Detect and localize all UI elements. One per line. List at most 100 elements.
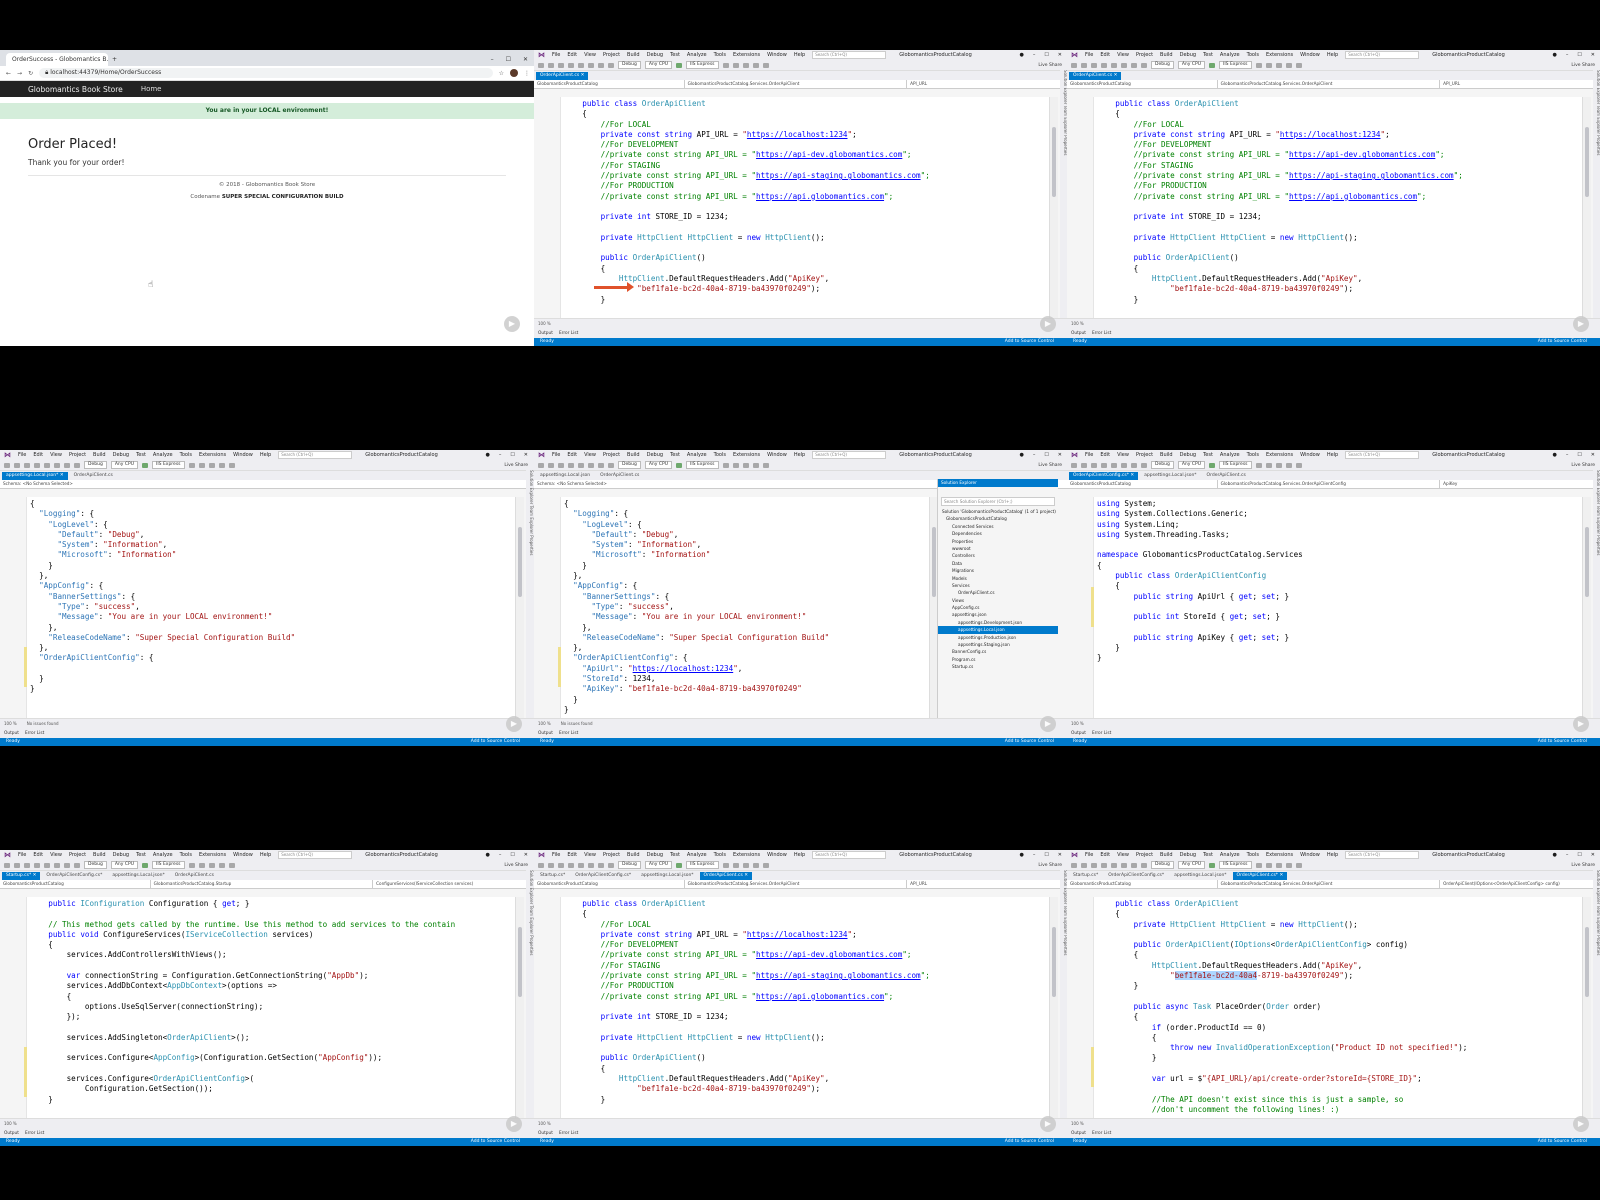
tool-icon[interactable] (228, 862, 235, 868)
redo-icon[interactable] (608, 462, 614, 468)
add-to-source-control-button[interactable]: Add to Source Control (1005, 338, 1068, 346)
run-target-button[interactable]: IIS Express (686, 861, 719, 869)
document-tab[interactable]: OrderApiClient.cs (70, 472, 117, 480)
menu-item-test[interactable]: Test (136, 852, 146, 858)
menu-item-tools[interactable]: Tools (714, 52, 726, 58)
run-target-button[interactable]: IIS Express (1219, 61, 1252, 69)
code-editor[interactable]: using System; using System.Collections.Ge… (1067, 497, 1591, 719)
user-avatar-icon[interactable]: ● (485, 452, 489, 458)
undo-icon[interactable] (64, 862, 70, 868)
close-tab-icon[interactable]: ✕ (1112, 73, 1118, 78)
navigation-dropdown[interactable]: GlobomanticsProductCatalog.Services.Orde… (1218, 480, 1441, 488)
tool-icon[interactable] (762, 62, 769, 68)
search-input[interactable]: Search (Ctrl+Q) (812, 851, 887, 859)
save-all-icon[interactable] (1121, 62, 1127, 68)
play-overlay-icon[interactable]: ▶ (506, 1116, 522, 1132)
tool-icon[interactable] (752, 62, 759, 68)
close-tab-icon[interactable]: ✕ (58, 473, 64, 478)
close-icon[interactable]: ✕ (523, 53, 528, 66)
solution-tree-item[interactable]: Connected Services (938, 523, 1058, 530)
new-item-icon[interactable] (1091, 62, 1097, 68)
menu-item-window[interactable]: Window (767, 852, 787, 858)
play-overlay-icon[interactable]: ▶ (504, 316, 520, 332)
code-editor[interactable]: public class OrderApiClient { //For LOCA… (534, 897, 1058, 1119)
navigation-dropdown[interactable]: GlobomanticsProductCatalog (1067, 480, 1218, 488)
undo-icon[interactable] (598, 862, 604, 868)
browser-tab[interactable]: OrderSuccess - Globomantics B... ✕ (6, 53, 108, 66)
live-share-button[interactable]: Live Share (504, 863, 534, 868)
menu-item-analyze[interactable]: Analyze (687, 452, 707, 458)
new-tab-button[interactable]: + (112, 53, 117, 66)
forward-icon[interactable] (1081, 62, 1087, 68)
menu-item-file[interactable]: File (18, 852, 26, 858)
code-editor[interactable]: { "Logging": { "LogLevel": { "Default": … (534, 497, 938, 719)
redo-icon[interactable] (608, 62, 614, 68)
minimize-icon[interactable]: – (499, 852, 502, 858)
menu-item-help[interactable]: Help (260, 852, 271, 858)
maximize-icon[interactable]: ☐ (510, 852, 514, 858)
back-icon[interactable] (1071, 62, 1077, 68)
error-list-tab[interactable]: Error List (559, 729, 578, 738)
close-tab-icon[interactable]: ✕ (1278, 873, 1283, 878)
menu-item-test[interactable]: Test (1203, 452, 1213, 458)
menu-item-help[interactable]: Help (794, 452, 805, 458)
tool-icon[interactable] (218, 862, 225, 868)
solution-tree-item[interactable]: appsettings.Staging.json (938, 641, 1058, 648)
navigation-dropdown[interactable]: API_URL (907, 880, 1068, 888)
code-editor[interactable]: public class OrderApiClient { //For LOCA… (1067, 97, 1591, 319)
menu-item-window[interactable]: Window (1300, 852, 1320, 858)
editor-scrollbar[interactable] (515, 497, 524, 719)
navigation-dropdown[interactable]: ApiKey (1440, 480, 1600, 488)
forward-icon[interactable] (548, 62, 554, 68)
open-icon[interactable] (1101, 62, 1107, 68)
document-tab[interactable]: appsettings.Local.json* (1140, 472, 1200, 480)
menu-item-extensions[interactable]: Extensions (733, 52, 760, 58)
menu-item-file[interactable]: File (18, 452, 26, 458)
redo-icon[interactable] (1141, 62, 1147, 68)
menu-item-debug[interactable]: Debug (113, 452, 129, 458)
menu-item-edit[interactable]: Edit (1100, 852, 1110, 858)
undo-icon[interactable] (598, 462, 604, 468)
configuration-dropdown[interactable]: Debug (618, 461, 641, 469)
address-bar[interactable]: 🔒︎ localhost:44379/Home/OrderSuccess (39, 68, 493, 78)
back-icon[interactable] (1071, 862, 1077, 868)
document-tab[interactable]: OrderApiClientConfig.cs* (42, 872, 106, 880)
menu-item-view[interactable]: View (1117, 852, 1129, 858)
menu-item-analyze[interactable]: Analyze (153, 452, 173, 458)
live-share-button[interactable]: Live Share (1038, 863, 1068, 868)
document-tab[interactable]: OrderApiClient.cs ✕ (1069, 72, 1122, 80)
run-target-button[interactable]: IIS Express (152, 861, 185, 869)
search-input[interactable]: Search (Ctrl+Q) (812, 51, 887, 59)
menu-item-debug[interactable]: Debug (1180, 52, 1196, 58)
editor-scrollbar[interactable] (515, 897, 524, 1119)
close-icon[interactable]: ✕ (1058, 852, 1062, 858)
undo-icon[interactable] (1131, 862, 1137, 868)
tool-icon[interactable] (732, 862, 739, 868)
editor-scrollbar[interactable] (1049, 97, 1058, 319)
solution-tree-item[interactable]: AppConfig.cs (938, 604, 1058, 611)
navigation-dropdown[interactable]: API_URL (907, 80, 1068, 88)
play-overlay-icon[interactable]: ▶ (1040, 716, 1056, 732)
output-tab[interactable]: Output (1071, 1129, 1086, 1138)
navigation-dropdown[interactable]: OrderApiClient(IOptions<OrderApiClientCo… (1440, 880, 1600, 888)
output-tab[interactable]: Output (538, 1129, 553, 1138)
tool-icon[interactable] (732, 462, 739, 468)
error-list-tab[interactable]: Error List (559, 1129, 578, 1138)
error-list-tab[interactable]: Error List (1092, 729, 1111, 738)
open-icon[interactable] (1101, 462, 1107, 468)
menu-item-view[interactable]: View (584, 452, 596, 458)
menu-item-extensions[interactable]: Extensions (1266, 52, 1293, 58)
error-list-tab[interactable]: Error List (1092, 329, 1111, 338)
menu-item-window[interactable]: Window (233, 452, 253, 458)
search-input[interactable]: Search (Ctrl+Q) (278, 451, 353, 459)
menu-item-project[interactable]: Project (1136, 852, 1153, 858)
menu-item-project[interactable]: Project (69, 852, 86, 858)
navigation-dropdown[interactable]: GlobomanticsProductCatalog (1067, 880, 1218, 888)
refresh-icon[interactable] (722, 862, 729, 868)
run-target-button[interactable]: IIS Express (686, 461, 719, 469)
menu-item-view[interactable]: View (50, 452, 62, 458)
live-share-button[interactable]: Live Share (1038, 463, 1068, 468)
tool-icon[interactable] (1285, 862, 1292, 868)
menu-item-project[interactable]: Project (603, 452, 620, 458)
zoom-level[interactable]: 100 % (538, 321, 551, 326)
